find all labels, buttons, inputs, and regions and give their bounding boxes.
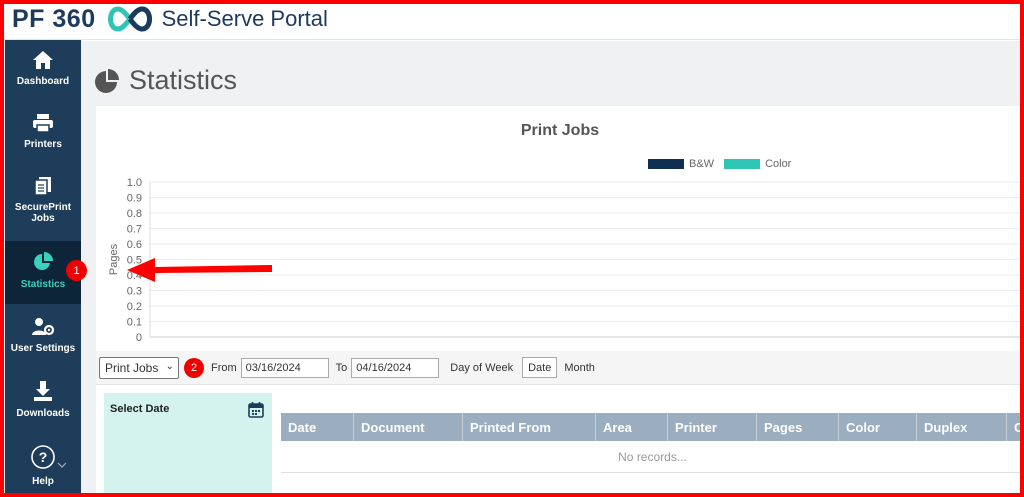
from-label: From — [211, 361, 237, 374]
sidebar-item-label: Statistics — [20, 279, 66, 290]
records-table: Date Document Printed From Area Printer … — [281, 413, 1024, 473]
column-header-color[interactable]: Color — [839, 413, 917, 441]
y-tick-label: 0.1 — [127, 317, 142, 329]
top-bar: PF 360 Self-Serve Portal — [0, 0, 1024, 40]
page-title-text: Statistics — [129, 65, 238, 95]
y-tick-label: 0.6 — [127, 239, 142, 251]
y-tick-label: 0.8 — [127, 208, 142, 220]
infinity-logo-icon — [107, 6, 152, 32]
y-tick-label: 0.2 — [127, 301, 142, 313]
report-type-select[interactable]: Print Jobs ⌄ — [99, 356, 179, 379]
from-date-input[interactable]: 03/16/2024 — [240, 357, 329, 378]
sidebar-item-label: Help — [32, 476, 54, 487]
y-axis-label: Pages — [108, 243, 120, 275]
day-of-week-option[interactable]: Day of Week — [450, 362, 513, 374]
chevron-down-icon — [57, 462, 67, 468]
sidebar-item-label: Printers — [24, 139, 62, 150]
printer-icon — [33, 114, 53, 133]
sidebar-item-printers[interactable]: Printers — [5, 103, 81, 166]
y-tick-label: 0.7 — [127, 224, 142, 236]
report-type-value: Print Jobs — [105, 360, 159, 375]
home-icon — [33, 51, 53, 69]
column-header-document[interactable]: Document — [354, 413, 463, 441]
select-date-title: Select Date — [110, 403, 170, 415]
sidebar-item-dashboard[interactable]: Dashboard — [5, 40, 81, 103]
column-header-c[interactable]: C — [1007, 413, 1024, 441]
y-tick-label: 0.9 — [127, 193, 142, 205]
sidebar-item-label: Downloads — [16, 408, 70, 419]
sidebar-item-user-settings[interactable]: User Settings — [5, 307, 81, 370]
sidebar-item-label: SecurePrint Jobs — [14, 202, 72, 224]
date-option-button[interactable]: Date — [522, 357, 558, 378]
logo-text: PF 360 — [12, 4, 96, 33]
help-icon: ? — [31, 445, 55, 469]
annotation-badge-2: 2 — [184, 357, 204, 378]
calendar-icon[interactable] — [248, 401, 264, 418]
column-header-printer[interactable]: Printer — [668, 413, 757, 441]
table-header-row: Date Document Printed From Area Printer … — [281, 413, 1024, 441]
user-gear-icon — [32, 318, 55, 336]
select-date-panel[interactable]: Select Date — [104, 393, 272, 497]
column-header-area[interactable]: Area — [596, 413, 668, 441]
to-label: To — [335, 361, 348, 374]
chevron-down-icon: ⌄ — [165, 360, 174, 372]
page-title: Statistics — [93, 65, 237, 96]
column-header-pages[interactable]: Pages — [757, 413, 839, 441]
filter-bar: Print Jobs ⌄ 2 From 03/16/2024 To 04/16/… — [96, 351, 1024, 385]
chart-title: Print Jobs — [520, 122, 600, 139]
annotation-badge-1: 1 — [66, 260, 87, 281]
documents-icon — [34, 177, 51, 196]
month-option[interactable]: Month — [564, 362, 595, 374]
column-header-duplex[interactable]: Duplex — [917, 413, 1007, 441]
pie-chart-icon — [34, 252, 53, 270]
column-header-date[interactable]: Date — [281, 413, 354, 441]
no-records-message: No records... — [281, 441, 1024, 473]
to-date-input[interactable]: 04/16/2024 — [351, 357, 440, 378]
sidebar-item-help[interactable]: ? Help — [5, 434, 81, 497]
annotation-arrow — [127, 258, 272, 282]
sidebar-item-label: Dashboard — [16, 76, 70, 87]
sidebar-item-label: User Settings — [10, 343, 76, 354]
column-header-printed-from[interactable]: Printed From — [463, 413, 596, 441]
logo[interactable]: PF 360 Self-Serve Portal — [12, 4, 328, 34]
svg-text:?: ? — [39, 449, 48, 465]
statistics-card: Print Jobs B&W Color 1.0 0.9 0.8 0.7 0.6 0.5 0… — [96, 106, 1024, 497]
sidebar-item-secureprint-jobs[interactable]: SecurePrint Jobs — [5, 166, 81, 229]
download-icon — [34, 381, 52, 401]
y-tick-label: 0 — [136, 332, 142, 344]
portal-title: Self-Serve Portal — [161, 6, 328, 31]
sidebar-item-downloads[interactable]: Downloads — [5, 370, 81, 433]
y-tick-label: 0.3 — [127, 286, 142, 298]
pie-chart-icon — [95, 68, 119, 93]
y-tick-label: 1.0 — [127, 177, 142, 189]
